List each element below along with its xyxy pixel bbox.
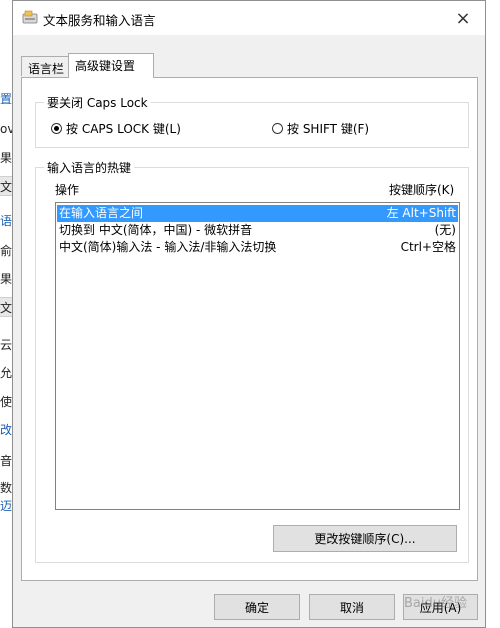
text-services-dialog: 文本服务和输入语言 × 语言栏 高级键设置 要关闭 Caps Lock 按 CA… [12,0,486,628]
bg-fragment: 置 [0,92,13,106]
ok-button[interactable]: 确定 [214,594,300,620]
keyboard-icon [22,10,38,26]
change-key-sequence-button[interactable]: 更改按键顺序(C)... [273,525,457,552]
hotkeys-group-title: 输入语言的热键 [44,159,135,176]
bg-fragment: 文 [0,180,13,194]
tab-language-bar[interactable]: 语言栏 [21,56,69,76]
column-header-key-sequence: 按键顺序(K) [389,183,455,197]
radio-unchecked-icon [272,123,283,134]
background-window-right-edge [486,0,500,628]
radio-checked-icon [51,123,62,134]
hotkey-action: 在输入语言之间 [59,206,144,220]
bg-fragment: 数 [0,481,13,495]
caps-lock-group-title: 要关闭 Caps Lock [44,94,151,111]
hotkey-keys: Ctrl+空格 [400,240,456,254]
list-item[interactable]: 切换到 中文(简体，中国) - 微软拼音 (无) [57,222,458,239]
bg-fragment: 文 [0,301,13,315]
hotkey-list[interactable]: 在输入语言之间 左 Alt+Shift 切换到 中文(简体，中国) - 微软拼音… [55,202,460,510]
column-header-action: 操作 [55,183,80,197]
radio-label: 按 CAPS LOCK 键(L) [66,122,181,136]
hotkey-keys: (无) [434,223,456,237]
hotkey-keys: 左 Alt+Shift [386,206,456,220]
tab-advanced-key-settings[interactable]: 高级键设置 [68,53,154,78]
radio-caps-lock-key[interactable]: 按 CAPS LOCK 键(L) [51,120,181,137]
bg-fragment: 音 [0,454,13,468]
cancel-button[interactable]: 取消 [309,594,395,620]
radio-label: 按 SHIFT 键(F) [287,122,370,136]
bg-fragment: 使 [0,395,13,409]
close-icon: × [455,7,471,29]
bg-fragment: 语 [0,214,13,228]
hotkey-action: 中文(简体)输入法 - 输入法/非输入法切换 [59,240,277,254]
dialog-title: 文本服务和输入语言 [43,13,156,28]
list-item[interactable]: 在输入语言之间 左 Alt+Shift [57,205,458,222]
bg-fragment: 云 [0,338,13,352]
hotkey-action: 切换到 中文(简体，中国) - 微软拼音 [59,223,253,237]
watermark: Baidu经验 [404,596,467,611]
list-item[interactable]: 中文(简体)输入法 - 输入法/非输入法切换 Ctrl+空格 [57,239,458,256]
bg-fragment: 改 [0,423,13,437]
title-bar: 文本服务和输入语言 × [13,1,485,35]
close-button[interactable]: × [441,1,485,35]
bg-fragment: 允 [0,366,13,380]
bg-fragment: 迈 [0,499,13,513]
radio-shift-key[interactable]: 按 SHIFT 键(F) [272,120,369,137]
